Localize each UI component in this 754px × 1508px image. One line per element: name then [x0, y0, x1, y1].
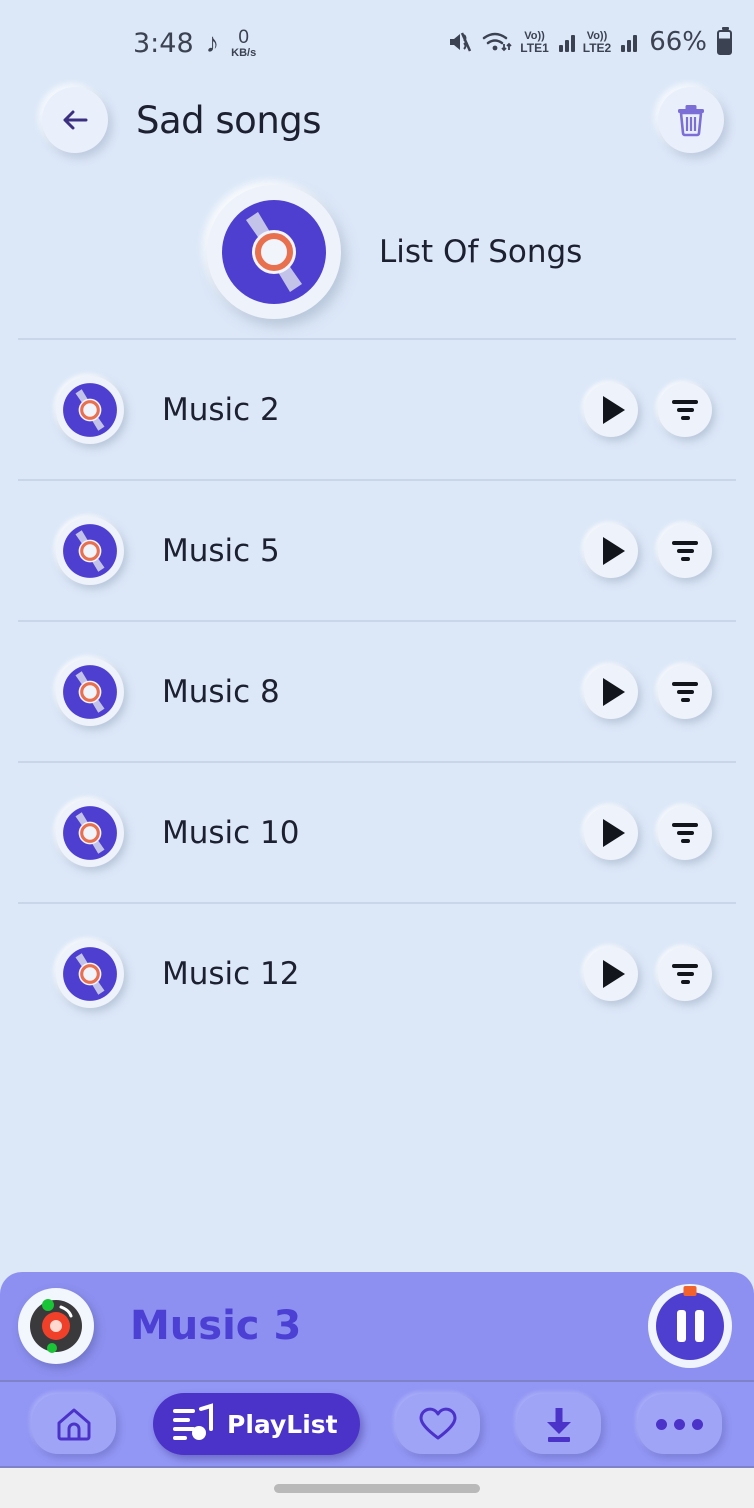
sim2-volte-label: Vo))	[586, 29, 608, 42]
song-options-button[interactable]	[658, 523, 712, 578]
play-song-button[interactable]	[584, 805, 638, 860]
song-title: Music 5	[162, 532, 280, 569]
playlist-artwork	[207, 185, 341, 319]
arrow-left-icon	[63, 110, 88, 130]
music-note-icon: ♪	[205, 28, 220, 58]
trash-icon	[678, 105, 704, 137]
song-title: Music 8	[162, 673, 280, 710]
now-playing-artwork	[18, 1288, 94, 1364]
table-row[interactable]: Music 12	[0, 904, 754, 1043]
sim2-signal-bars	[621, 33, 638, 52]
sim2-volte-indicator: Vo)) LTE2	[582, 29, 612, 55]
song-list: Music 2 Music 5 Music 8 Music 10 Music 1…	[0, 340, 754, 1043]
sim1-signal-bars	[558, 33, 575, 52]
play-icon	[602, 395, 625, 424]
sort-lines-icon	[672, 681, 698, 702]
row-actions	[584, 946, 712, 1001]
song-artwork	[56, 939, 124, 1008]
sim1-volte-label: Vo))	[524, 29, 545, 42]
song-artwork	[56, 798, 124, 867]
vinyl-disc-icon	[63, 664, 117, 719]
play-icon	[602, 677, 625, 706]
row-actions	[584, 523, 712, 578]
volume-mute-vibrate-icon	[448, 30, 474, 54]
song-title: Music 12	[162, 955, 300, 992]
more-dots-icon	[656, 1418, 704, 1430]
playlist-icon	[173, 1403, 213, 1440]
playlist-header-label: List Of Songs	[379, 234, 583, 270]
vinyl-disc-icon	[63, 382, 117, 437]
row-actions	[584, 664, 712, 719]
play-song-button[interactable]	[584, 523, 638, 578]
network-speed-unit: KB/s	[231, 47, 257, 59]
sidebar-item-downloads[interactable]	[516, 1394, 601, 1454]
spinning-vinyl-icon	[30, 1299, 82, 1353]
song-artwork	[56, 375, 124, 444]
song-options-button[interactable]	[658, 382, 712, 437]
song-options-button[interactable]	[658, 805, 712, 860]
home-icon	[57, 1408, 91, 1441]
play-icon	[602, 536, 625, 565]
page-title: Sad songs	[136, 98, 322, 142]
vinyl-disc-icon	[63, 805, 117, 860]
sidebar-item-favorites[interactable]	[396, 1394, 481, 1454]
play-song-button[interactable]	[584, 382, 638, 437]
mini-player[interactable]: Music 3	[0, 1272, 754, 1380]
table-row[interactable]: Music 10	[0, 763, 754, 902]
row-actions	[584, 382, 712, 437]
table-row[interactable]: Music 5	[0, 481, 754, 620]
network-speed-indicator: 0 KB/s	[231, 28, 256, 59]
row-actions	[584, 805, 712, 860]
battery-icon	[717, 26, 732, 55]
sort-lines-icon	[672, 822, 698, 843]
battery-percentage: 66%	[649, 27, 707, 57]
sim1-volte-indicator: Vo)) LTE1	[520, 29, 549, 55]
play-icon	[602, 818, 625, 847]
wifi-icon	[482, 30, 512, 54]
bottom-navigation: PlayList	[0, 1380, 754, 1468]
table-row[interactable]: Music 8	[0, 622, 754, 761]
song-options-button[interactable]	[658, 946, 712, 1001]
pause-icon	[656, 1292, 724, 1360]
play-pause-button[interactable]	[648, 1284, 732, 1368]
heart-icon	[419, 1407, 457, 1440]
now-playing-title: Music 3	[130, 1303, 302, 1349]
sort-lines-icon	[672, 963, 698, 984]
song-title: Music 10	[162, 814, 300, 851]
app-header: Sad songs	[0, 74, 754, 166]
gesture-handle[interactable]	[274, 1483, 480, 1493]
sidebar-item-more[interactable]	[637, 1394, 722, 1454]
play-icon	[602, 959, 625, 988]
playlist-header: List Of Songs	[0, 166, 754, 338]
vinyl-disc-icon	[222, 200, 326, 304]
sidebar-item-home[interactable]	[32, 1394, 117, 1454]
network-speed-value: 0	[238, 27, 249, 48]
back-button[interactable]	[42, 87, 108, 153]
play-song-button[interactable]	[584, 664, 638, 719]
vinyl-disc-icon	[63, 946, 117, 1001]
song-options-button[interactable]	[658, 664, 712, 719]
vinyl-disc-icon	[63, 523, 117, 578]
download-icon	[546, 1408, 571, 1442]
table-row[interactable]: Music 2	[0, 340, 754, 479]
system-gesture-area	[0, 1468, 754, 1508]
sidebar-item-playlist[interactable]: PlayList	[153, 1393, 360, 1455]
status-bar: 3:48 ♪ 0 KB/s Vo)) LTE1 Vo)) LTE2 66%	[0, 0, 754, 74]
status-bar-right: Vo)) LTE1 Vo)) LTE2 66%	[448, 26, 732, 57]
sort-lines-icon	[672, 540, 698, 561]
sidebar-item-label: PlayList	[227, 1409, 338, 1439]
song-artwork	[56, 657, 124, 726]
status-bar-left: 3:48 ♪ 0 KB/s	[133, 28, 256, 59]
sim2-network-label: LTE2	[582, 40, 612, 55]
delete-playlist-button[interactable]	[658, 87, 724, 153]
song-artwork	[56, 516, 124, 585]
song-title: Music 2	[162, 391, 280, 428]
sort-lines-icon	[672, 399, 698, 420]
play-song-button[interactable]	[584, 946, 638, 1001]
status-time: 3:48	[133, 28, 194, 59]
sim1-network-label: LTE1	[520, 40, 549, 55]
